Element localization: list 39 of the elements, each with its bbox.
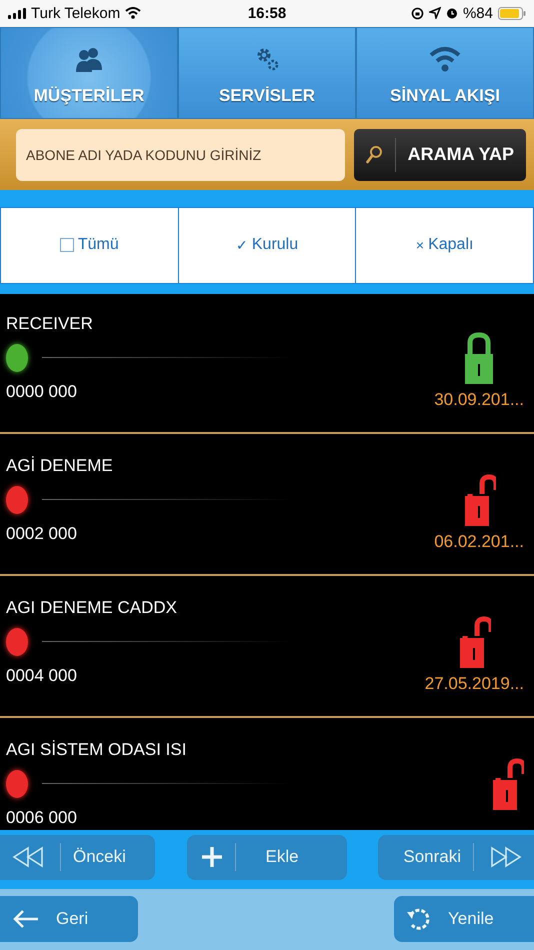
left-arrow-icon [12,909,40,930]
clock-time: 16:58 [248,4,286,22]
back-button[interactable]: Geri [0,896,138,942]
battery-icon [498,6,526,20]
rotation-lock-icon [410,6,424,20]
date-text: 06.02.201... [434,532,524,552]
subscriber-code: 0000 000 [6,382,78,402]
next-button[interactable]: Sonraki [378,834,534,880]
subscriber-code: 0006 000 [6,808,78,828]
filter-button[interactable]: Tümü [1,208,178,283]
date-text: 30.09.201... [434,390,524,410]
signal-icon [8,8,26,19]
date-text: 27.05.2019... [424,674,524,694]
filter-button[interactable]: × Kapalı [356,208,534,283]
subscriber-name: AGI DENEME CADDX [6,598,178,618]
gears-icon [255,46,279,72]
tab[interactable]: SİNYAL AKIŞI [357,28,533,118]
refresh-icon [406,906,432,932]
plus-icon [200,846,222,868]
alarm-clock-icon [446,7,458,20]
wifi-icon [125,7,142,20]
subscriber-code: 0004 000 [6,666,78,686]
subscriber-name: RECEIVER [6,314,94,334]
wifi-icon [429,46,461,72]
search-field[interactable]: ABONE ADI YADA KODUNU GİRİNİZ [16,128,345,181]
tab[interactable]: SERVİSLER [179,28,355,118]
add-button[interactable]: Ekle [186,834,346,880]
refresh-button[interactable]: Yenile [394,896,534,942]
tab[interactable]: MÜŞTERİLER [1,28,177,118]
search-button[interactable]: ARAMA YAP [354,128,526,181]
filter-button[interactable]: ✓ Kurulu [178,208,356,283]
people-icon [75,46,103,72]
subscriber-name: AGİ DENEME [6,456,114,476]
location-arrow-icon [428,7,441,20]
subscriber-code: 0002 000 [6,524,78,544]
battery-percent: %84 [462,4,493,22]
previous-button[interactable]: Önceki [0,834,155,880]
subscriber-name: AGI SİSTEM ODASI ISI [6,740,188,760]
carrier-name: Turk Telekom [31,4,120,22]
